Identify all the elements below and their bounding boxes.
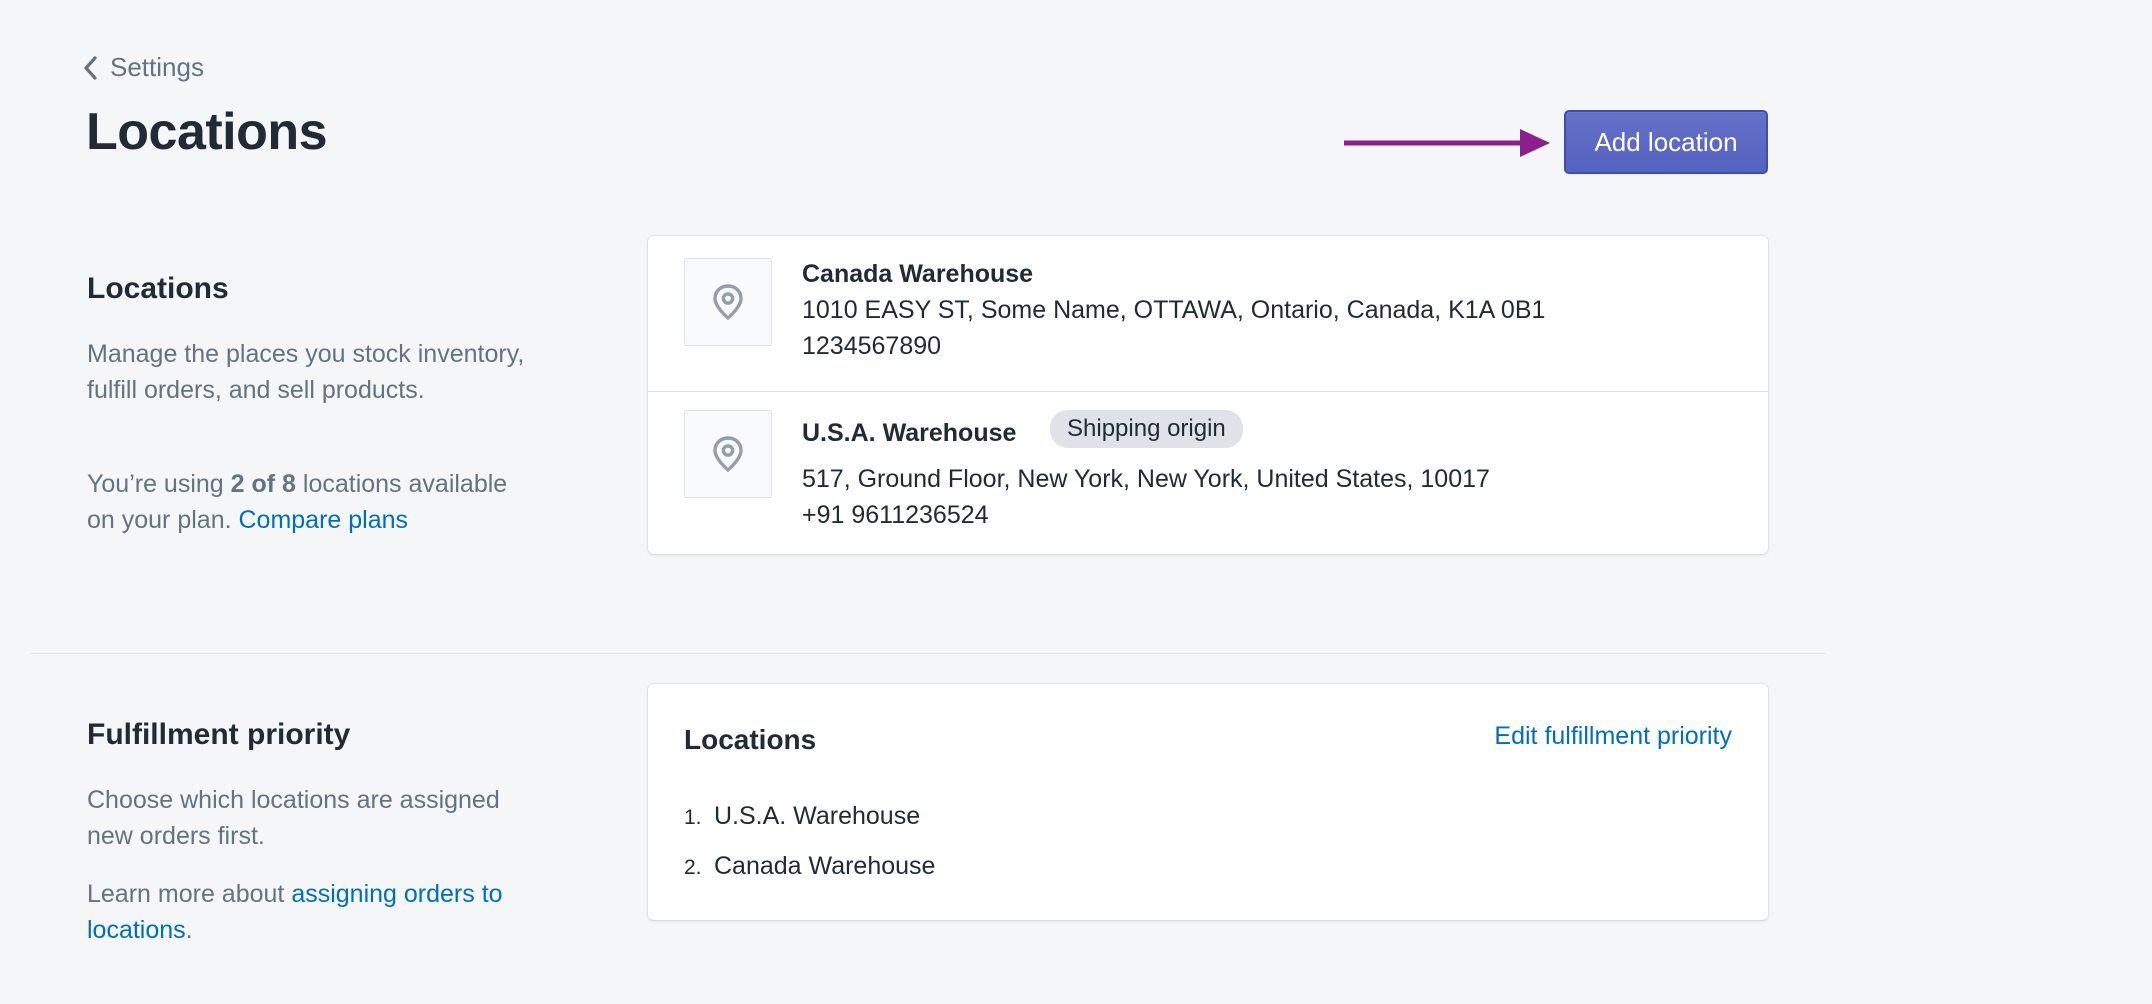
learn-prefix: Learn more about — [87, 880, 285, 908]
learn-suffix: . — [185, 916, 193, 944]
priority-location-name: Canada Warehouse — [714, 852, 936, 880]
location-thumbnail — [684, 410, 772, 498]
locations-section-description: Manage the places you stock inventory, f… — [87, 340, 525, 404]
priority-list-item: 1. U.S.A. Warehouse — [684, 802, 920, 831]
breadcrumb-label: Settings — [110, 52, 204, 82]
compare-plans-link[interactable]: Compare plans — [239, 506, 409, 534]
location-name: U.S.A. Warehouse — [802, 419, 1017, 447]
fulfillment-section-heading: Fulfillment priority — [87, 718, 351, 751]
breadcrumb-settings[interactable]: Settings — [82, 52, 204, 83]
location-thumbnail — [684, 258, 772, 346]
priority-number: 1. — [684, 806, 702, 829]
section-divider — [30, 653, 1826, 654]
add-location-button[interactable]: Add location — [1564, 110, 1768, 174]
locations-section-heading: Locations — [87, 272, 229, 305]
plan-usage-text: You’re using 2 of 8 locations available … — [87, 466, 527, 538]
fulfillment-section-description: Choose which locations are assigned new … — [87, 786, 500, 850]
locations-list-card: Canada Warehouse 1010 EASY ST, Some Name… — [648, 236, 1768, 554]
priority-number: 2. — [684, 856, 702, 879]
page-title: Locations — [86, 103, 328, 161]
location-pin-icon — [713, 436, 743, 473]
edit-fulfillment-priority-link[interactable]: Edit fulfillment priority — [1494, 722, 1732, 751]
location-row-canada[interactable]: Canada Warehouse 1010 EASY ST, Some Name… — [648, 236, 1768, 391]
chevron-left-icon — [84, 55, 97, 80]
priority-list-item: 2. Canada Warehouse — [684, 852, 935, 881]
fulfillment-priority-card: Locations Edit fulfillment priority 1. U… — [648, 684, 1768, 920]
location-phone: 1234567890 — [802, 332, 942, 360]
usage-prefix: You’re using — [87, 470, 224, 498]
shipping-origin-badge: Shipping origin — [1048, 408, 1245, 450]
locations-settings-page: Settings Locations Add location Location… — [0, 0, 2152, 1004]
annotation-arrow-icon — [1344, 129, 1550, 157]
priority-location-name: U.S.A. Warehouse — [714, 802, 921, 830]
usage-count: 2 of 8 — [230, 470, 296, 498]
fulfillment-card-title: Locations — [684, 724, 817, 755]
location-pin-icon — [713, 284, 743, 321]
fulfillment-learn-more: Learn more about assigning orders to loc… — [87, 876, 567, 948]
location-address: 517, Ground Floor, New York, New York, U… — [802, 465, 1490, 493]
location-row-usa[interactable]: U.S.A. Warehouse Shipping origin 517, Gr… — [648, 392, 1768, 554]
location-phone: +91 9611236524 — [802, 501, 989, 529]
location-name: Canada Warehouse — [802, 260, 1034, 288]
location-address: 1010 EASY ST, Some Name, OTTAWA, Ontario… — [802, 296, 1546, 324]
